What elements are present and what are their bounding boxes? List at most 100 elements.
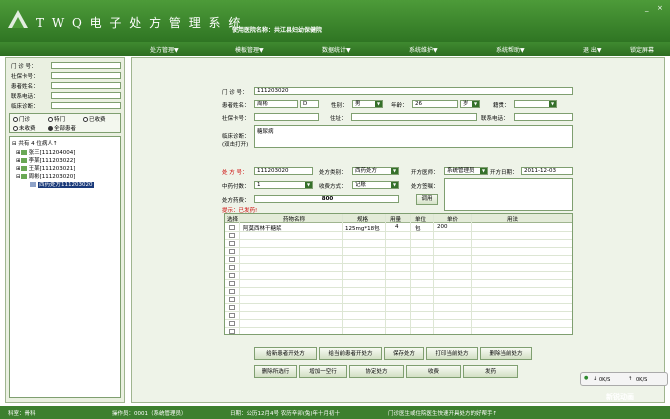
table-row[interactable] <box>225 296 572 304</box>
radio-all-patients[interactable]: 全部患者 <box>48 124 76 132</box>
tree-node[interactable]: ⊞ 张三[111204004] <box>16 148 75 156</box>
table-row[interactable] <box>225 288 572 296</box>
cell-dose[interactable]: 4 <box>395 224 399 230</box>
rx-doses-select[interactable]: 1 ▼ <box>254 181 313 189</box>
row-checkbox[interactable] <box>229 289 235 294</box>
tree-node[interactable]: ⊞ 李某[111203022] <box>16 156 75 164</box>
menu-statistics[interactable]: 数据统计▼ <box>322 45 351 54</box>
rx-no-input[interactable]: 111203020 <box>254 167 313 175</box>
rx-type-select[interactable]: 西药处方 ▼ <box>352 167 399 175</box>
chevron-down-icon[interactable]: ▼ <box>480 168 487 174</box>
current-patient-rx-button[interactable]: 给当前患者开处方 <box>319 347 382 360</box>
row-checkbox[interactable] <box>229 329 235 334</box>
radio-outpatient[interactable]: 门诊 <box>13 115 30 123</box>
row-checkbox[interactable] <box>229 281 235 286</box>
cell-unit[interactable]: 包 <box>415 224 421 232</box>
status-operator: 操作员：0001（系统管理员） <box>112 411 187 417</box>
menu-prescription[interactable]: 处方管理▼ <box>150 45 179 54</box>
table-row[interactable] <box>225 312 572 320</box>
nation-select[interactable]: ▼ <box>514 100 557 108</box>
chevron-down-icon[interactable]: ▼ <box>391 168 398 174</box>
table-row[interactable]: 阿莫西林干糖浆 125mg*18包 4 包 200 <box>225 224 572 232</box>
query-name-input[interactable] <box>51 82 121 89</box>
row-checkbox[interactable] <box>229 265 235 270</box>
query-insurance-input[interactable] <box>51 72 121 79</box>
radio-special[interactable]: 特门 <box>48 115 65 123</box>
table-row[interactable] <box>225 232 572 240</box>
table-row[interactable] <box>225 256 572 264</box>
rx-pay-select[interactable]: 记账 ▼ <box>352 181 399 189</box>
chevron-down-icon[interactable]: ▼ <box>472 101 479 107</box>
row-checkbox[interactable] <box>229 321 235 326</box>
query-outpatient-input[interactable] <box>51 62 121 69</box>
delete-selected-row-button[interactable]: 删除所选行 <box>254 365 297 378</box>
menu-help[interactable]: 系统帮助▼ <box>496 45 525 54</box>
row-checkbox[interactable] <box>229 313 235 318</box>
age-unit-value: 岁 <box>463 101 469 107</box>
table-row[interactable] <box>225 240 572 248</box>
row-checkbox[interactable] <box>229 273 235 278</box>
tree-root[interactable]: ⊟ 共有 4 位病人↑ <box>12 139 57 147</box>
row-checkbox[interactable] <box>229 225 235 230</box>
name-id-input[interactable]: D <box>300 100 319 108</box>
close-button[interactable]: × <box>657 4 663 12</box>
query-phone-input[interactable] <box>51 92 121 99</box>
age-unit-select[interactable]: 岁 ▼ <box>460 100 480 108</box>
table-row[interactable] <box>225 248 572 256</box>
row-checkbox[interactable] <box>229 249 235 254</box>
cell-spec[interactable]: 125mg*18包 <box>345 224 380 232</box>
phone-input[interactable] <box>514 113 573 121</box>
tree-node[interactable]: ⊟ 周彬[111203020] <box>16 172 75 180</box>
app-window: T W Q 电 子 处 方 管 理 系 统 使用医院名称：共江县妇幼保健院 _ … <box>0 0 670 419</box>
chevron-down-icon[interactable]: ▼ <box>375 101 382 107</box>
diagnosis-textarea[interactable]: 糖尿病 <box>254 125 573 148</box>
gender-select[interactable]: 男 ▼ <box>352 100 383 108</box>
rx-doctor-select[interactable]: 系统管理员 ▼ <box>444 167 488 175</box>
chevron-down-icon[interactable]: ▼ <box>391 182 398 188</box>
cell-price[interactable]: 200 <box>437 224 448 230</box>
tree-node-prescription[interactable]: 西药处方111203020 <box>30 180 94 188</box>
dispense-button[interactable]: 发药 <box>463 365 518 378</box>
row-checkbox[interactable] <box>229 241 235 246</box>
insurance-input[interactable] <box>254 113 319 121</box>
minimize-button[interactable]: _ <box>645 4 649 12</box>
row-checkbox[interactable] <box>229 257 235 262</box>
table-row[interactable] <box>225 272 572 280</box>
row-checkbox[interactable] <box>229 305 235 310</box>
rx-date-input[interactable]: 2011-12-03 <box>521 167 573 175</box>
row-checkbox[interactable] <box>229 233 235 238</box>
table-row[interactable] <box>225 280 572 288</box>
name-input[interactable]: 周彬 <box>254 100 298 108</box>
chevron-down-icon[interactable]: ▼ <box>305 182 312 188</box>
query-diagnosis-input[interactable] <box>51 102 121 109</box>
menu-exit[interactable]: 退 出▼ <box>583 45 602 54</box>
tree-node[interactable]: ⊞ 王某[111203021] <box>16 164 75 172</box>
menu-maintenance[interactable]: 系统维护▼ <box>409 45 438 54</box>
chevron-down-icon[interactable]: ▼ <box>549 101 556 107</box>
rx-note-textarea[interactable] <box>444 178 573 211</box>
new-patient-rx-button[interactable]: 给新患者开处方 <box>254 347 317 360</box>
patient-tree: ⊟ 共有 4 位病人↑ ⊞ 张三[111204004] ⊞ 李某[111203022… <box>9 136 121 398</box>
table-row[interactable] <box>225 328 572 334</box>
delete-rx-button[interactable]: 删除当前处方 <box>480 347 532 360</box>
menu-template[interactable]: 模板管理▼ <box>235 45 264 54</box>
cell-name[interactable]: 阿莫西林干糖浆 <box>243 224 282 232</box>
agreed-rx-button[interactable]: 协定处方 <box>349 365 404 378</box>
tree-expander-icon[interactable]: ⊟ <box>12 141 17 147</box>
radio-label: 全部患者 <box>54 126 77 132</box>
table-row[interactable] <box>225 304 572 312</box>
save-rx-button[interactable]: 保存处方 <box>384 347 424 360</box>
menu-lock-screen[interactable]: 锁定屏幕 <box>630 45 654 54</box>
row-checkbox[interactable] <box>229 297 235 302</box>
print-rx-button[interactable]: 打印当前处方 <box>426 347 478 360</box>
radio-unpaid[interactable]: 未收费 <box>13 124 36 132</box>
table-row[interactable] <box>225 320 572 328</box>
add-empty-row-button[interactable]: 增加一空行 <box>299 365 347 378</box>
radio-paid[interactable]: 已收费 <box>83 115 106 123</box>
address-input[interactable] <box>351 113 477 121</box>
charge-button[interactable]: 收费 <box>406 365 461 378</box>
outpatient-input[interactable]: 111203020 <box>254 87 573 95</box>
age-input[interactable]: 26 <box>412 100 458 108</box>
call-button[interactable]: 调用 <box>416 194 438 205</box>
table-row[interactable] <box>225 264 572 272</box>
